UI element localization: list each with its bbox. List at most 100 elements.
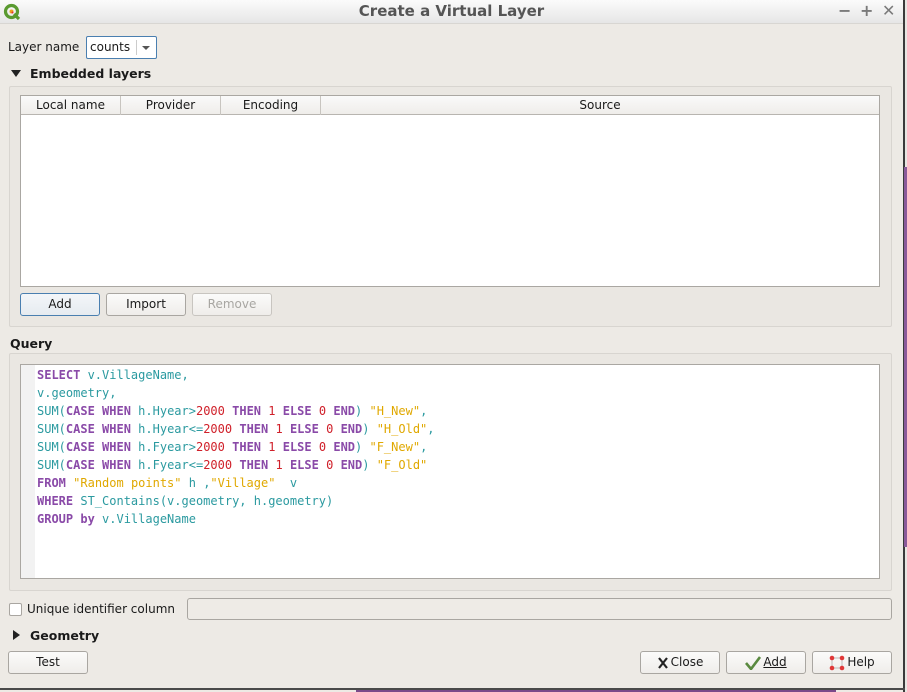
code-token-kw: ELSE xyxy=(282,440,312,454)
code-token-id: SUM( xyxy=(37,422,66,436)
layer-name-combobox[interactable]: counts xyxy=(86,36,157,59)
layer-name-label: Layer name xyxy=(8,40,80,54)
code-token-id: , xyxy=(420,440,428,454)
embedded-layers-title[interactable]: Embedded layers xyxy=(30,66,151,81)
code-line[interactable]: WHERE ST_Contains(v.geometry, h.geometry… xyxy=(37,492,435,510)
help-button-label: Help xyxy=(847,655,875,669)
code-token-num: 1 xyxy=(268,440,276,454)
code-token-id: ST_Contains(v.geometry, h.geometry) xyxy=(73,494,334,508)
code-token-id xyxy=(312,404,319,418)
window-title: Create a Virtual Layer xyxy=(358,2,545,20)
code-line[interactable]: SUM(CASE WHEN h.Hyear<=2000 THEN 1 ELSE … xyxy=(37,420,435,438)
code-line[interactable]: GROUP by v.VillageName xyxy=(37,510,435,528)
code-line[interactable]: SELECT v.VillageName, xyxy=(37,366,435,384)
code-token-id: v xyxy=(275,476,298,490)
code-token-kw: END xyxy=(340,458,363,472)
code-token-kw: CASE xyxy=(65,458,95,472)
column-source[interactable]: Source xyxy=(321,96,879,115)
code-token-id: ) xyxy=(355,440,370,454)
code-token-id xyxy=(319,422,326,436)
window-close-button[interactable]: ✕ xyxy=(882,2,895,20)
remove-layer-button[interactable]: Remove xyxy=(192,293,272,316)
expand-arrow-icon[interactable] xyxy=(13,630,20,640)
import-layer-button[interactable]: Import xyxy=(106,293,186,316)
code-token-id: , xyxy=(427,422,435,436)
code-token-kw: THEN xyxy=(239,422,269,436)
code-token-id: h.Hyear> xyxy=(130,404,196,418)
code-token-str: "H_Old" xyxy=(376,422,428,436)
code-token-id xyxy=(283,458,290,472)
code-token-kw: CASE xyxy=(65,440,95,454)
code-token-id xyxy=(95,440,102,454)
code-token-kw: END xyxy=(340,422,363,436)
code-line[interactable]: SUM(CASE WHEN h.Hyear>2000 THEN 1 ELSE 0… xyxy=(37,402,435,420)
code-token-kw: THEN xyxy=(232,440,262,454)
code-token-id: h.Hyear<= xyxy=(130,422,204,436)
code-token-num: 2000 xyxy=(195,404,225,418)
unique-id-field[interactable] xyxy=(187,598,892,620)
code-token-num: 1 xyxy=(268,404,276,418)
unique-id-label[interactable]: Unique identifier column xyxy=(27,602,175,616)
code-token-str: "Village" xyxy=(210,476,276,490)
code-token-id: h , xyxy=(181,476,211,490)
code-token-id: , xyxy=(420,404,428,418)
code-token-str: "Random points" xyxy=(73,476,182,490)
code-token-id xyxy=(95,404,102,418)
code-line[interactable]: v.geometry, xyxy=(37,384,435,402)
column-encoding[interactable]: Encoding xyxy=(221,96,321,115)
code-token-id: v.VillageName, xyxy=(80,368,189,382)
code-token-id: ) xyxy=(362,458,377,472)
code-token-id xyxy=(333,458,340,472)
help-lifebuoy-icon xyxy=(830,655,845,670)
chevron-down-icon[interactable] xyxy=(142,46,150,50)
add-button-label: Add xyxy=(763,655,787,669)
checkmark-icon xyxy=(745,655,762,670)
code-line[interactable]: SUM(CASE WHEN h.Fyear<=2000 THEN 1 ELSE … xyxy=(37,456,435,474)
code-token-num: 2000 xyxy=(203,422,233,436)
code-token-id xyxy=(95,422,102,436)
code-token-kw: END xyxy=(333,404,356,418)
maximize-button[interactable]: + xyxy=(860,2,873,20)
code-line[interactable]: FROM "Random points" h ,"Village" v xyxy=(37,474,435,492)
embedded-layers-table[interactable]: Local name Provider Encoding Source xyxy=(20,95,880,287)
editor-gutter xyxy=(21,365,35,578)
code-token-kw: WHERE xyxy=(37,494,74,508)
code-token-kw: END xyxy=(333,440,356,454)
code-token-num: 1 xyxy=(275,422,283,436)
add-layer-button[interactable]: Add xyxy=(20,293,100,316)
close-button[interactable]: Close xyxy=(640,651,720,674)
code-token-id xyxy=(312,440,319,454)
test-button[interactable]: Test xyxy=(8,651,88,674)
code-token-id xyxy=(319,458,326,472)
unique-id-checkbox[interactable] xyxy=(9,603,22,616)
code-token-kw: CASE xyxy=(65,404,95,418)
code-token-id xyxy=(276,440,283,454)
code-token-id: ) xyxy=(355,404,370,418)
close-x-icon xyxy=(657,656,668,669)
geometry-title[interactable]: Geometry xyxy=(30,628,99,643)
minimize-button[interactable]: − xyxy=(838,2,851,20)
code-token-kw: THEN xyxy=(232,404,262,418)
help-button[interactable]: Help xyxy=(812,651,892,674)
code-token-kw: ELSE xyxy=(289,422,319,436)
column-local-name[interactable]: Local name xyxy=(21,96,121,115)
column-provider[interactable]: Provider xyxy=(121,96,221,115)
layer-name-value[interactable]: counts xyxy=(90,40,130,54)
query-title: Query xyxy=(10,336,53,351)
code-token-id xyxy=(283,422,290,436)
code-token-str: "F_New" xyxy=(369,440,421,454)
code-token-id: SUM( xyxy=(37,440,66,454)
query-editor[interactable]: SELECT v.VillageName, v.geometry, SUM(CASE… xyxy=(20,364,880,579)
code-token-kw: WHEN xyxy=(102,404,131,418)
code-token-num: 2000 xyxy=(195,440,225,454)
code-token-kw: WHEN xyxy=(102,458,131,472)
table-header: Local name Provider Encoding Source xyxy=(21,96,879,115)
combo-separator xyxy=(136,40,137,55)
code-token-kw: THEN xyxy=(239,458,269,472)
add-button[interactable]: Add xyxy=(726,651,806,674)
code-token-kw: CASE xyxy=(65,422,95,436)
query-code[interactable]: SELECT v.VillageName, v.geometry, SUM(CASE… xyxy=(37,366,435,528)
code-line[interactable]: SUM(CASE WHEN h.Fyear>2000 THEN 1 ELSE 0… xyxy=(37,438,435,456)
collapse-arrow-icon[interactable] xyxy=(11,70,21,77)
code-token-id xyxy=(95,458,102,472)
